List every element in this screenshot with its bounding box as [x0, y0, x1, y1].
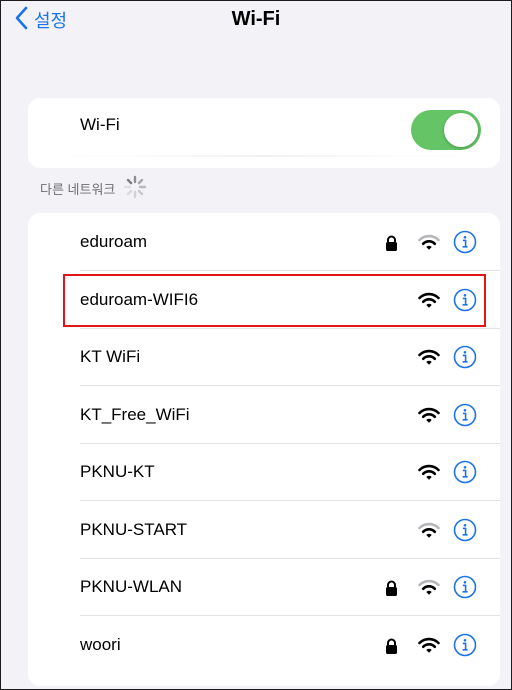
spinner-icon	[123, 175, 147, 202]
network-name: PKNU-START	[80, 519, 188, 539]
network-list: eduroam eduroam-WIFI6 KT WiFi KT_Free_WiFi P…	[28, 213, 500, 686]
network-row-pknu-wlan[interactable]: PKNU-WLAN	[28, 559, 500, 616]
network-row-pknu-kt[interactable]: PKNU-KT	[28, 444, 500, 501]
wifi-icon	[418, 579, 440, 601]
wifi-toggle-label: Wi-Fi	[80, 115, 120, 134]
info-icon[interactable]	[453, 575, 477, 604]
network-name: PKNU-KT	[80, 462, 155, 481]
network-name: PKNU-WLAN	[80, 577, 183, 596]
wifi-icon	[418, 407, 440, 429]
wifi-icon	[418, 522, 440, 544]
network-name: eduroam	[80, 232, 148, 251]
wifi-icon	[418, 637, 440, 659]
lock-icon	[385, 580, 398, 602]
lock-icon	[385, 638, 398, 660]
wifi-icon	[418, 349, 440, 371]
toggle-knob	[444, 113, 478, 147]
info-icon[interactable]	[453, 633, 477, 662]
network-row-pknu-start[interactable]: PKNU-START	[28, 502, 500, 559]
wifi-icon	[418, 292, 440, 314]
network-row-kt-wifi[interactable]: KT WiFi	[28, 329, 500, 386]
wifi-icon	[418, 464, 440, 486]
info-icon[interactable]	[453, 230, 477, 259]
network-name: woori	[80, 634, 121, 654]
network-name: KT WiFi	[80, 347, 141, 366]
wifi-toggle-switch[interactable]	[411, 110, 481, 150]
info-icon[interactable]	[453, 345, 477, 374]
network-row-eduroam[interactable]: eduroam	[28, 214, 500, 271]
other-networks-header: 다른 네트워크	[40, 175, 147, 198]
info-icon[interactable]	[453, 403, 477, 432]
section-header-label: 다른 네트워크	[40, 181, 116, 197]
network-name: eduroam-WIFI6	[80, 289, 199, 309]
network-name: KT_Free_WiFi	[80, 404, 190, 424]
network-row-eduroam-wifi6[interactable]: eduroam-WIFI6	[28, 272, 500, 329]
nav-bar: 설정 Wi-Fi	[0, 0, 512, 44]
network-row-kt-free-wifi[interactable]: KT_Free_WiFi	[28, 387, 500, 444]
network-row-woori[interactable]: woori	[28, 617, 500, 674]
wifi-toggle-card: Wi-Fi	[28, 98, 500, 168]
page-title: Wi-Fi	[231, 8, 281, 30]
info-icon[interactable]	[453, 288, 477, 317]
wifi-icon	[418, 234, 440, 256]
info-icon[interactable]	[453, 518, 477, 547]
info-icon[interactable]	[453, 460, 477, 489]
divider	[58, 155, 470, 157]
lock-icon	[385, 235, 398, 257]
